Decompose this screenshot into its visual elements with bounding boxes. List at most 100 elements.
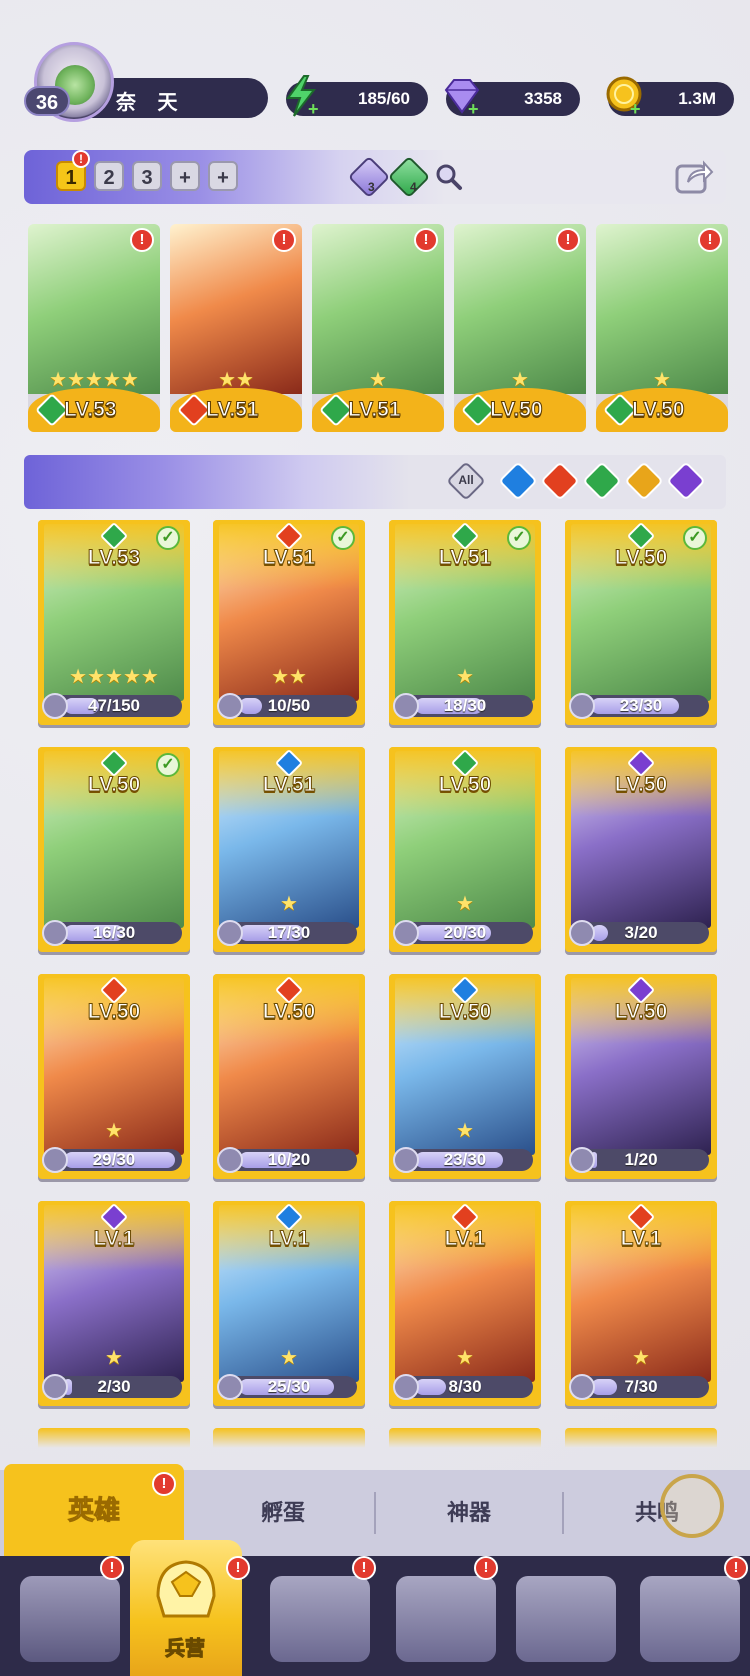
shard-progress-bar: 17/30 — [217, 920, 357, 946]
hero-card[interactable]: LV.1 ★ 25/30 — [213, 1201, 365, 1406]
hero-stars: ★ — [456, 1120, 474, 1142]
hero-card[interactable]: ✓ LV.51 ★★ 10/50 — [213, 520, 365, 725]
magnifier-icon[interactable] — [434, 162, 464, 192]
energy-value: 185/60 — [358, 89, 410, 108]
shard-progress-bar: 10/20 — [217, 1147, 357, 1173]
hero-level: LV.50 — [262, 1000, 316, 1024]
sub-tab-bar: 英雄 孵蛋 神器 共鸣 — [0, 1464, 750, 1556]
shard-progress-text: 10/50 — [267, 696, 311, 715]
hero-level: LV.50 — [490, 398, 544, 422]
gems-value: 3358 — [524, 89, 562, 108]
barracks-hat-icon — [156, 1560, 216, 1618]
filter-light-icon[interactable] — [624, 461, 664, 501]
hero-card[interactable]: ✓ LV.51 ★ 18/30 — [389, 520, 541, 725]
shard-progress-text: 10/20 — [267, 1150, 311, 1169]
shard-progress-bar: 10/50 — [217, 693, 357, 719]
hero-card[interactable]: LV.1 ★ 7/30 — [565, 1201, 717, 1406]
nav-alert-icon: ! — [352, 1556, 376, 1580]
nav-alert-icon: ! — [474, 1556, 498, 1580]
tab-artifacts[interactable]: 神器 — [376, 1470, 562, 1556]
team-slot-add-1[interactable]: + — [170, 161, 200, 191]
hero-level: LV.51 — [438, 546, 492, 570]
hero-card[interactable]: LV.50 1/20 — [565, 974, 717, 1179]
hero-card[interactable]: ✓ LV.53 ★★★★★ 47/150 — [38, 520, 190, 725]
add-gems-icon[interactable]: + — [468, 100, 479, 118]
filter-all-label: All — [458, 473, 474, 487]
hero-card-partial — [389, 1428, 541, 1448]
nav-alert-icon: ! — [100, 1556, 124, 1580]
hero-card[interactable]: ✓ LV.50 23/30 — [565, 520, 717, 725]
team-slot-add-2[interactable]: + — [208, 161, 238, 191]
green-crystal-count: 4 — [410, 180, 417, 194]
nav-mushroom-icon[interactable] — [516, 1576, 616, 1662]
hero-level: LV.50 — [614, 546, 668, 570]
filter-wind-icon[interactable] — [582, 461, 622, 501]
share-icon[interactable] — [674, 158, 714, 196]
shard-progress-text: 18/30 — [443, 696, 487, 715]
add-energy-icon[interactable]: + — [308, 100, 319, 118]
gems-counter[interactable]: + 3358 — [444, 79, 580, 118]
hero-stars: ★ — [105, 1120, 123, 1142]
filter-water-icon[interactable] — [498, 461, 538, 501]
player-name: 奈 天 — [116, 92, 186, 114]
hero-stars: ★ — [456, 666, 474, 688]
shard-progress-bar: 20/30 — [393, 920, 533, 946]
shard-progress-text: 8/30 — [448, 1377, 482, 1396]
team-selector-bar: 1 ! 2 3 + + 3 4 — [24, 150, 726, 204]
nav-alert-icon: ! — [226, 1556, 250, 1580]
hero-card[interactable]: LV.1 ★ 8/30 — [389, 1201, 541, 1406]
sparkle-button[interactable] — [660, 1474, 724, 1538]
hero-level: LV.1 — [268, 1227, 310, 1251]
shard-progress-text: 7/30 — [624, 1377, 658, 1396]
alert-badge-icon: ! — [130, 228, 154, 252]
team-hero-card[interactable]: ! ★ LV.51 — [312, 224, 444, 432]
hero-stars: ★ — [456, 893, 474, 915]
shard-progress-bar: 8/30 — [393, 1374, 533, 1400]
player-profile[interactable]: 奈 天 36 — [24, 42, 268, 122]
hero-level: LV.51 — [348, 398, 402, 422]
shard-progress-text: 20/30 — [443, 923, 487, 942]
hero-card[interactable]: LV.51 ★ 17/30 — [213, 747, 365, 952]
hero-stars: ★★★★★ — [69, 666, 159, 688]
alert-badge-icon: ! — [272, 228, 296, 252]
hero-card[interactable]: ✓ LV.50 16/30 — [38, 747, 190, 952]
nav-banner-icon[interactable] — [640, 1576, 740, 1662]
hero-card[interactable]: LV.50 3/20 — [565, 747, 717, 952]
team-slot-2[interactable]: 2 — [94, 161, 124, 191]
gold-value: 1.3M — [678, 89, 716, 108]
hero-card[interactable]: LV.50 ★ 29/30 — [38, 974, 190, 1179]
filter-dark-icon[interactable] — [666, 461, 706, 501]
nav-castle-icon[interactable] — [396, 1576, 496, 1662]
team-hero-card[interactable]: ! ★ LV.50 — [454, 224, 586, 432]
hero-level: LV.53 — [64, 398, 118, 422]
nav-barracks-label: 兵营 — [165, 1638, 206, 1661]
green-crystal-icon[interactable] — [387, 155, 431, 199]
alert-badge-icon: ! — [72, 150, 90, 168]
hero-level: LV.50 — [87, 773, 141, 797]
hero-card[interactable]: LV.1 ★ 2/30 — [38, 1201, 190, 1406]
shard-progress-text: 17/30 — [267, 923, 311, 942]
add-gold-icon[interactable]: + — [630, 100, 641, 118]
alert-badge-icon: ! — [556, 228, 580, 252]
nav-cards-icon[interactable] — [20, 1576, 120, 1662]
team-hero-card[interactable]: ! ★★ LV.51 — [170, 224, 302, 432]
gold-counter[interactable]: + 1.3M — [606, 76, 734, 118]
hero-card[interactable]: LV.50 ★ 23/30 — [389, 974, 541, 1179]
shard-progress-text: 2/30 — [97, 1377, 131, 1396]
team-slot-3[interactable]: 3 — [132, 161, 162, 191]
hero-level: LV.50 — [87, 1000, 141, 1024]
filter-fire-icon[interactable] — [540, 461, 580, 501]
hero-card[interactable]: LV.50 10/20 — [213, 974, 365, 1179]
shard-progress-text: 16/30 — [92, 923, 136, 942]
team-hero-card[interactable]: ! ★★★★★ LV.53 — [28, 224, 160, 432]
heroes-alert-icon: ! — [152, 1472, 176, 1496]
hero-stars: ★★ — [271, 666, 307, 688]
nav-book-icon[interactable] — [270, 1576, 370, 1662]
team-hero-card[interactable]: ! ★ LV.50 — [596, 224, 728, 432]
energy-counter[interactable]: + 185/60 — [286, 75, 428, 118]
filter-all[interactable]: All — [446, 461, 486, 501]
shard-progress-bar: 1/20 — [569, 1147, 709, 1173]
hero-level: LV.1 — [444, 1227, 486, 1251]
hero-level: LV.50 — [614, 773, 668, 797]
hero-card[interactable]: LV.50 ★ 20/30 — [389, 747, 541, 952]
